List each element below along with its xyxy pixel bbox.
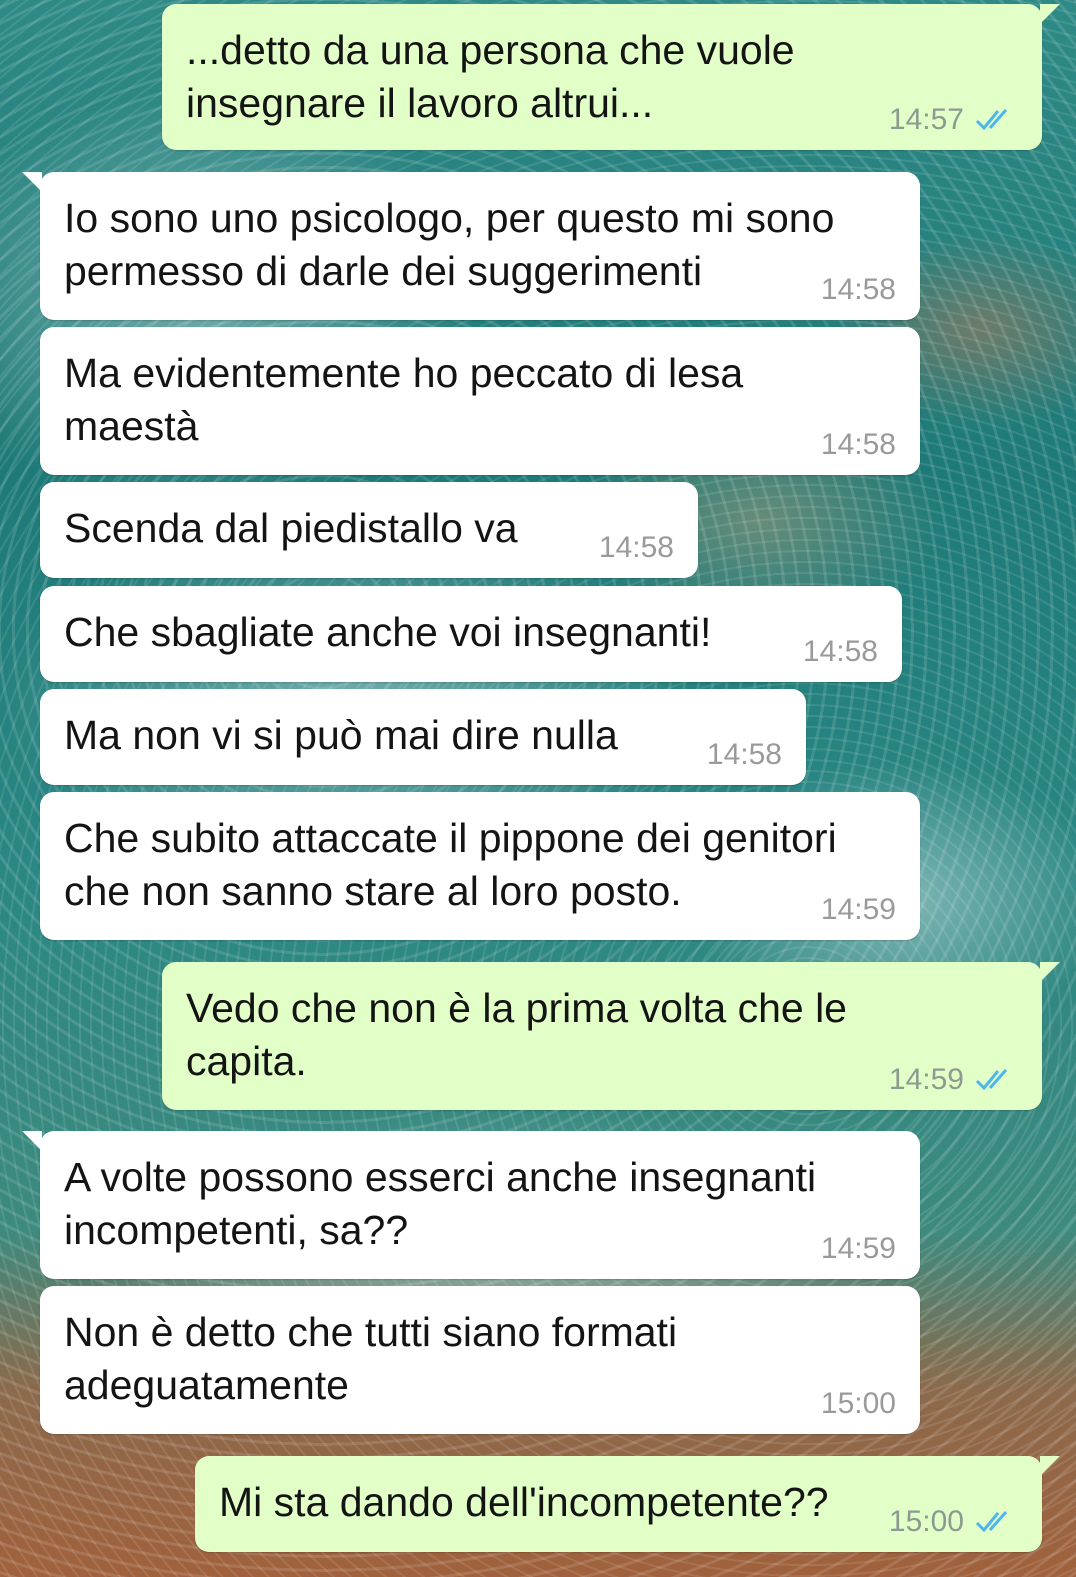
message-time: 14:58	[820, 428, 896, 461]
message-text-line: Io sono uno psicologo, per questo mi son…	[64, 195, 835, 241]
incoming-message[interactable]: Scenda dal piedistallo va 14:58	[40, 482, 698, 578]
message-text-line: Ma evidentemente ho peccato di lesa	[64, 350, 744, 396]
outgoing-message[interactable]: Mi sta dando dell'incompetente?? 15:00	[195, 1456, 1060, 1552]
double-check-icon	[975, 1511, 1008, 1533]
incoming-message[interactable]: Ma evidentemente ho peccato di lesa maes…	[40, 327, 920, 475]
message-meta: 14:58	[707, 739, 782, 771]
message-text-line: Che sbagliate anche voi insegnanti!	[64, 609, 712, 655]
message-text-line: maestà	[64, 403, 199, 449]
message-meta: 15:00	[821, 1388, 896, 1420]
message-meta: 14:57	[889, 104, 1018, 136]
message-time: 14:59	[820, 1232, 896, 1265]
message-time: 14:58	[706, 738, 782, 771]
message-meta: 14:59	[821, 894, 896, 926]
message-meta: 14:59	[889, 1064, 1018, 1096]
outgoing-message[interactable]: Vedo che non è la prima volta che le cap…	[162, 962, 1060, 1110]
message-text-line: Non è detto che tutti siano formati	[64, 1309, 678, 1355]
message-meta: 14:58	[803, 636, 878, 668]
message-text-line: Vedo che non è la prima volta che le	[186, 985, 847, 1031]
incoming-message[interactable]: Ma non vi si può mai dire nulla 14:58	[40, 689, 806, 785]
outgoing-message[interactable]: ...detto da una persona che vuole insegn…	[162, 4, 1060, 150]
message-meta: 15:00	[889, 1506, 1018, 1538]
message-time: 14:58	[820, 273, 896, 306]
incoming-message[interactable]: Non è detto che tutti siano formati adeg…	[40, 1286, 920, 1434]
message-time: 14:59	[888, 1063, 964, 1096]
message-text-line: che non sanno stare al loro posto.	[64, 868, 682, 914]
message-text-line: permesso di darle dei suggerimenti	[64, 248, 703, 294]
message-text-line: Scenda dal piedistallo va	[64, 505, 518, 551]
incoming-message[interactable]: Io sono uno psicologo, per questo mi son…	[22, 172, 920, 320]
double-check-icon	[975, 1069, 1008, 1091]
message-text-line: Ma non vi si può mai dire nulla	[64, 712, 618, 758]
message-text-line: A volte possono esserci anche insegnanti	[64, 1154, 817, 1200]
message-meta: 14:58	[821, 274, 896, 306]
message-time: 15:00	[888, 1505, 964, 1538]
message-meta: 14:59	[821, 1233, 896, 1265]
message-text-line: ...detto da una persona che vuole	[186, 27, 795, 73]
message-meta: 14:58	[821, 429, 896, 461]
message-text-line: incompetenti, sa??	[64, 1207, 409, 1253]
message-time: 14:59	[820, 893, 896, 926]
incoming-message[interactable]: A volte possono esserci anche insegnanti…	[22, 1131, 920, 1279]
message-text-line: Che subito attaccate il pippone dei geni…	[64, 815, 837, 861]
message-time: 15:00	[820, 1387, 896, 1420]
message-time: 14:58	[598, 531, 674, 564]
message-text-line: adeguatamente	[64, 1362, 349, 1408]
message-time: 14:57	[888, 103, 964, 136]
message-time: 14:58	[802, 635, 878, 668]
incoming-message[interactable]: Che sbagliate anche voi insegnanti! 14:5…	[40, 586, 902, 682]
double-check-icon	[975, 109, 1008, 131]
message-meta: 14:58	[599, 532, 674, 564]
incoming-message[interactable]: Che subito attaccate il pippone dei geni…	[40, 792, 920, 940]
